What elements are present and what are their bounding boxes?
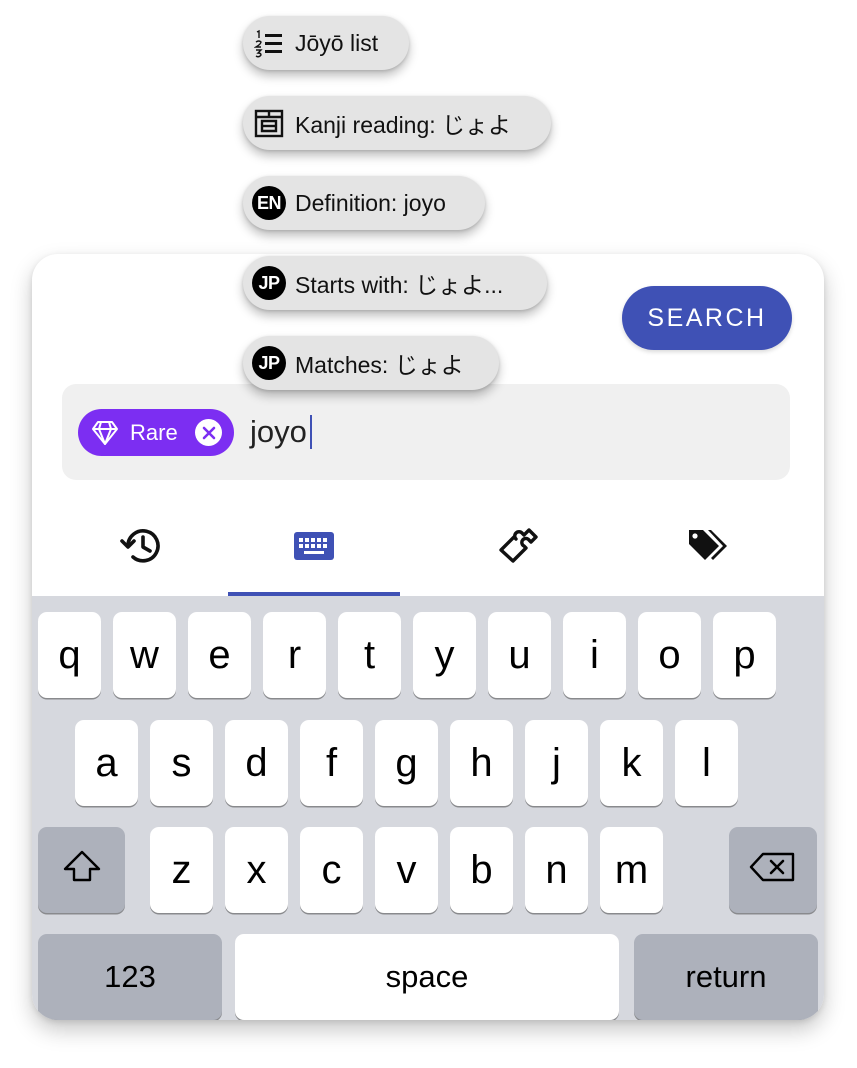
language-badge: EN: [252, 186, 286, 220]
key-p[interactable]: p: [713, 612, 776, 698]
search-input[interactable]: Rare joyo: [62, 384, 790, 480]
key-q[interactable]: q: [38, 612, 101, 698]
suggestion-label: Kanji reading: じょよ: [295, 112, 512, 138]
key-b[interactable]: b: [450, 827, 513, 913]
backspace-key[interactable]: [729, 827, 817, 913]
key-u[interactable]: u: [488, 612, 551, 698]
suggestion-item[interactable]: EN Definition: joyo: [243, 176, 485, 230]
backspace-icon: [749, 848, 797, 893]
key-g[interactable]: g: [375, 720, 438, 806]
key-i[interactable]: i: [563, 612, 626, 698]
suggestion-label: Matches: じょよ: [295, 352, 464, 378]
jp-badge-icon: JP: [251, 265, 287, 301]
key-k[interactable]: k: [600, 720, 663, 806]
key-t[interactable]: t: [338, 612, 401, 698]
key-m[interactable]: m: [600, 827, 663, 913]
tab-radicals[interactable]: [432, 500, 604, 596]
key-a[interactable]: a: [75, 720, 138, 806]
suggestion-label: Starts with: じょよ...: [295, 272, 504, 298]
rare-filter-chip[interactable]: Rare: [78, 409, 234, 456]
key-n[interactable]: n: [525, 827, 588, 913]
suggestion-item[interactable]: JP Matches: じょよ: [243, 336, 499, 390]
suggestion-label: Jōyō list: [295, 29, 379, 56]
remove-chip-icon[interactable]: [195, 419, 222, 446]
suggestion-item[interactable]: Jōyō list: [243, 16, 409, 70]
key-w[interactable]: w: [113, 612, 176, 698]
diamond-icon: [90, 418, 120, 448]
kanji-reading-icon: [251, 105, 287, 141]
tags-icon: [685, 526, 731, 571]
en-badge-icon: EN: [251, 185, 287, 221]
key-d[interactable]: d: [225, 720, 288, 806]
input-mode-tabs: [32, 500, 824, 596]
key-j[interactable]: j: [525, 720, 588, 806]
return-key[interactable]: return: [634, 934, 818, 1020]
tab-history[interactable]: [56, 500, 228, 596]
keyboard-icon: [292, 530, 336, 567]
query-value: joyo: [250, 414, 307, 449]
suggestion-item[interactable]: JP Starts with: じょよ...: [243, 256, 547, 310]
keyboard: qwertyuiop asdfghjkl zxcvbnm 123 space r…: [32, 596, 824, 1020]
history-icon: [119, 523, 165, 574]
search-button[interactable]: SEARCH: [622, 286, 792, 350]
text-caret: [309, 415, 312, 449]
shift-icon: [62, 848, 102, 893]
shift-key[interactable]: [38, 827, 125, 913]
numbers-key[interactable]: 123: [38, 934, 222, 1020]
key-s[interactable]: s: [150, 720, 213, 806]
key-v[interactable]: v: [375, 827, 438, 913]
key-f[interactable]: f: [300, 720, 363, 806]
suggestion-label: Definition: joyo: [295, 189, 446, 216]
key-l[interactable]: l: [675, 720, 738, 806]
key-e[interactable]: e: [188, 612, 251, 698]
suggestion-item[interactable]: Kanji reading: じょよ: [243, 96, 551, 150]
tab-keyboard[interactable]: [228, 500, 400, 596]
query-text[interactable]: joyo: [250, 414, 312, 450]
tab-tags[interactable]: [622, 500, 794, 596]
puzzle-icon: [495, 523, 541, 574]
key-o[interactable]: o: [638, 612, 701, 698]
chip-label: Rare: [130, 419, 178, 445]
list-numbered-icon: [251, 25, 287, 61]
key-c[interactable]: c: [300, 827, 363, 913]
key-y[interactable]: y: [413, 612, 476, 698]
space-key[interactable]: space: [235, 934, 619, 1020]
key-x[interactable]: x: [225, 827, 288, 913]
language-badge: JP: [252, 346, 286, 380]
jp-badge-icon: JP: [251, 345, 287, 381]
language-badge: JP: [252, 266, 286, 300]
key-h[interactable]: h: [450, 720, 513, 806]
key-z[interactable]: z: [150, 827, 213, 913]
key-r[interactable]: r: [263, 612, 326, 698]
